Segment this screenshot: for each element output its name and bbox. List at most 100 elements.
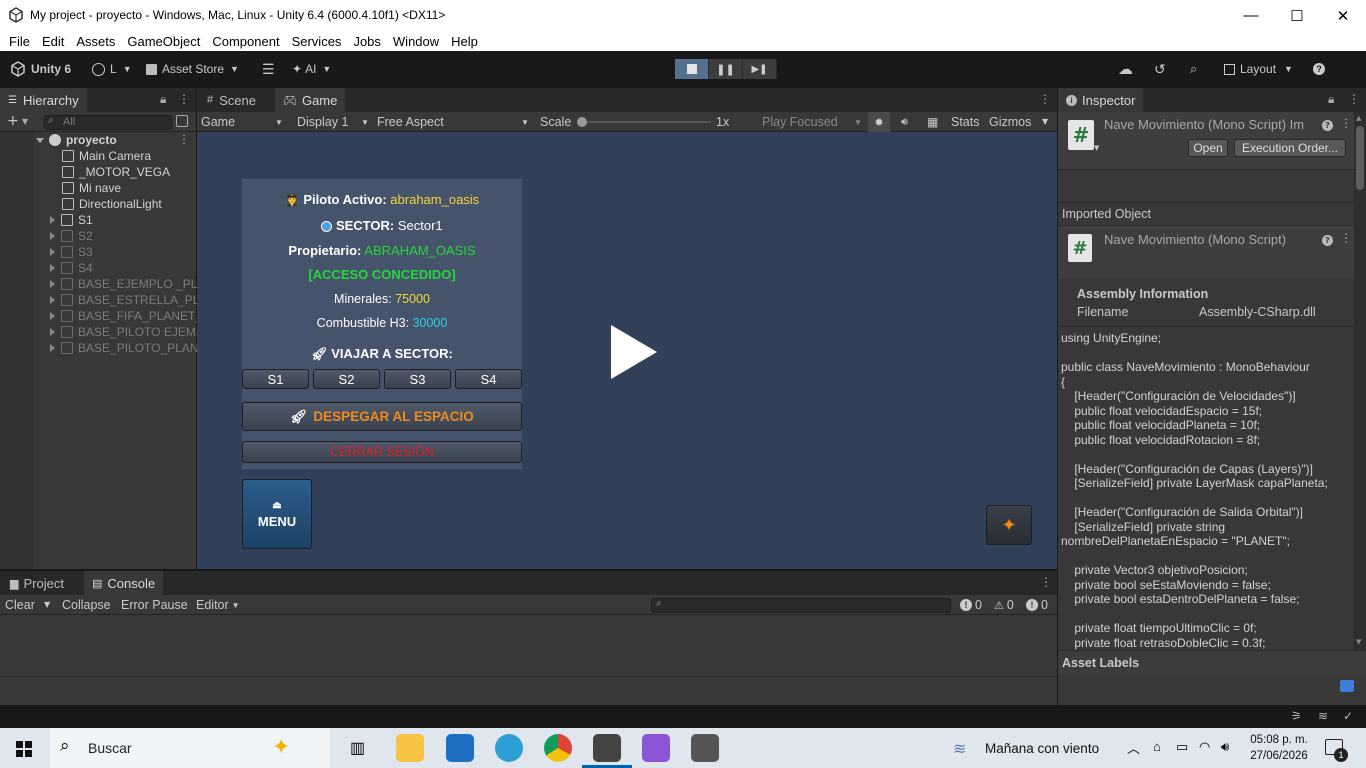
grid-button[interactable]: ▦	[923, 112, 942, 132]
stop-button[interactable]	[675, 59, 709, 79]
taskbar-search[interactable]: ⌕ Buscar ✦	[50, 728, 330, 768]
more-options-icon[interactable]: ⋮	[1348, 92, 1360, 106]
menu-help[interactable]: Help	[445, 34, 484, 49]
gizmos-button[interactable]: Gizmos	[985, 112, 1035, 132]
menu-edit[interactable]: Edit	[36, 34, 70, 49]
scene-options-icon[interactable]: ⋮	[178, 132, 190, 146]
menu-jobs[interactable]: Jobs	[347, 34, 386, 49]
menu-gameobject[interactable]: GameObject	[121, 34, 206, 49]
history-button[interactable]: ↺	[1154, 51, 1166, 87]
game-viewport[interactable]: 🧑‍✈️ Piloto Activo: abraham_oasis SECTOR…	[197, 132, 1057, 569]
unity-button[interactable]: Unity 6	[10, 51, 71, 87]
sector-button-s1[interactable]: S1	[242, 369, 309, 389]
layers-button[interactable]: ☰	[262, 51, 275, 87]
menu-services[interactable]: Services	[286, 34, 348, 49]
battery-icon[interactable]: ▭	[1176, 739, 1188, 755]
tab-console[interactable]: ▤ Console	[84, 571, 164, 595]
display-dropdown[interactable]: Display 1 ▼	[293, 112, 373, 132]
more-options-icon[interactable]: ⋮	[1040, 575, 1052, 589]
search-options-icon[interactable]	[176, 115, 188, 127]
warning-count-toggle[interactable]: ⚠ 0	[990, 595, 1018, 615]
lock-icon[interactable]: 🔒︎	[160, 92, 166, 107]
audio-button[interactable]: 🔊︎	[897, 112, 912, 132]
execution-order-button[interactable]: Execution Order...	[1234, 139, 1346, 157]
tag-icon[interactable]	[1340, 680, 1354, 692]
hierarchy-item[interactable]: BASE_ESTRELLA_PLA	[50, 292, 207, 308]
menu-button[interactable]: ⏏ MENU	[242, 479, 312, 549]
expand-arrow-icon[interactable]	[50, 232, 55, 240]
file-explorer-icon[interactable]	[396, 734, 424, 762]
chevron-down-icon[interactable]: ▼	[44, 600, 50, 609]
hierarchy-item[interactable]: DirectionalLight	[62, 196, 162, 212]
chrome-icon[interactable]	[544, 734, 572, 762]
pause-button[interactable]: ❚❚	[709, 59, 743, 79]
scroll-up-icon[interactable]: ▲	[1356, 114, 1361, 122]
hierarchy-item[interactable]: S2	[50, 228, 93, 244]
chevron-up-icon[interactable]: ︿	[1127, 738, 1140, 757]
expand-arrow-icon[interactable]	[50, 344, 55, 352]
clear-button[interactable]: Clear	[1, 595, 39, 615]
log-count-toggle[interactable]: ! 0	[1022, 595, 1052, 615]
minimize-button[interactable]: —	[1228, 0, 1274, 31]
inspector-scrollbar[interactable]: ▲ ▼	[1354, 112, 1366, 650]
hierarchy-item[interactable]: Main Camera	[62, 148, 151, 164]
play-mode-dropdown[interactable]: Play Focused ▼	[758, 112, 865, 132]
collapse-button[interactable]: Collapse	[58, 595, 115, 615]
more-options-icon[interactable]: ⋮	[1340, 231, 1352, 245]
expand-arrow-icon[interactable]	[50, 264, 55, 272]
display-mode-dropdown[interactable]: Game ▼	[197, 112, 287, 132]
tab-scene[interactable]: # Scene	[199, 88, 264, 112]
check-icon[interactable]: ✓	[1343, 709, 1353, 723]
tab-inspector[interactable]: i Inspector	[1058, 88, 1144, 112]
hierarchy-root[interactable]: proyecto	[36, 132, 117, 148]
outlook-icon[interactable]	[446, 734, 474, 762]
menu-assets[interactable]: Assets	[70, 34, 121, 49]
asset-store-dropdown[interactable]: Asset Store ▼	[146, 51, 239, 87]
launch-button[interactable]: 🚀︎ DESPEGAR AL ESPACIO	[242, 402, 522, 431]
sparkle-button[interactable]: ✦	[986, 505, 1032, 545]
hierarchy-item[interactable]: BASE_PILOTO EJEMP	[50, 324, 204, 340]
help-icon[interactable]: ?	[1322, 232, 1333, 246]
search-button[interactable]: ⌕	[1190, 51, 1197, 87]
sector-button-s2[interactable]: S2	[313, 369, 380, 389]
error-count-toggle[interactable]: ! 0	[956, 595, 986, 615]
expand-arrow-icon[interactable]	[50, 216, 55, 224]
unity-hub-icon[interactable]	[593, 734, 621, 762]
progress-icon[interactable]: ≋	[1318, 709, 1328, 723]
expand-arrow-icon[interactable]	[50, 312, 55, 320]
ai-dropdown[interactable]: ✦ AI ▼	[292, 51, 331, 87]
logout-button[interactable]: CERRAR SESIÓN	[242, 441, 522, 463]
lock-icon[interactable]: 🔒︎	[1328, 92, 1334, 107]
chevron-down-icon[interactable]: ▼	[1042, 117, 1048, 126]
hierarchy-item[interactable]: BASE_FIFA_PLANET_	[50, 308, 202, 324]
hierarchy-item[interactable]: BASE_EJEMPLO _PLA	[50, 276, 205, 292]
play-overlay-icon[interactable]	[611, 325, 657, 379]
help-button[interactable]: ?	[1313, 51, 1325, 87]
tab-project[interactable]: ▆ Project	[2, 571, 72, 595]
hierarchy-item[interactable]: BASE_PILOTO_PLAN	[50, 340, 199, 356]
visual-studio-icon[interactable]	[642, 734, 670, 762]
clock[interactable]: 05:08 p. m. 27/06/2026	[1244, 732, 1314, 764]
sector-button-s4[interactable]: S4	[455, 369, 522, 389]
hierarchy-item[interactable]: Mi nave	[62, 180, 121, 196]
task-view-icon[interactable]: ▥	[350, 738, 365, 758]
more-options-icon[interactable]: ⋮	[1039, 92, 1051, 106]
account-dropdown[interactable]: L ▼	[92, 51, 132, 87]
expand-arrow-icon[interactable]	[50, 248, 55, 256]
expand-arrow-icon[interactable]	[50, 328, 55, 336]
hierarchy-item[interactable]: S1	[50, 212, 93, 228]
expand-arrow-icon[interactable]	[50, 296, 55, 304]
scale-slider-handle[interactable]	[577, 117, 587, 127]
edge-icon[interactable]	[495, 734, 523, 762]
scrollbar-thumb[interactable]	[1356, 126, 1364, 190]
unity-editor-icon[interactable]	[691, 734, 719, 762]
cloud-button[interactable]: ☁	[1118, 51, 1133, 87]
hierarchy-search-input[interactable]: ⌕ All	[44, 115, 172, 130]
menu-component[interactable]: Component	[206, 34, 285, 49]
editor-dropdown[interactable]: Editor ▼	[192, 595, 244, 615]
menu-window[interactable]: Window	[387, 34, 445, 49]
weather-label[interactable]: Mañana con viento	[985, 741, 1099, 756]
aspect-dropdown[interactable]: Free Aspect ▼	[373, 112, 533, 132]
maximize-button[interactable]: ☐	[1274, 0, 1320, 31]
more-options-icon[interactable]: ⋮	[1340, 116, 1352, 130]
